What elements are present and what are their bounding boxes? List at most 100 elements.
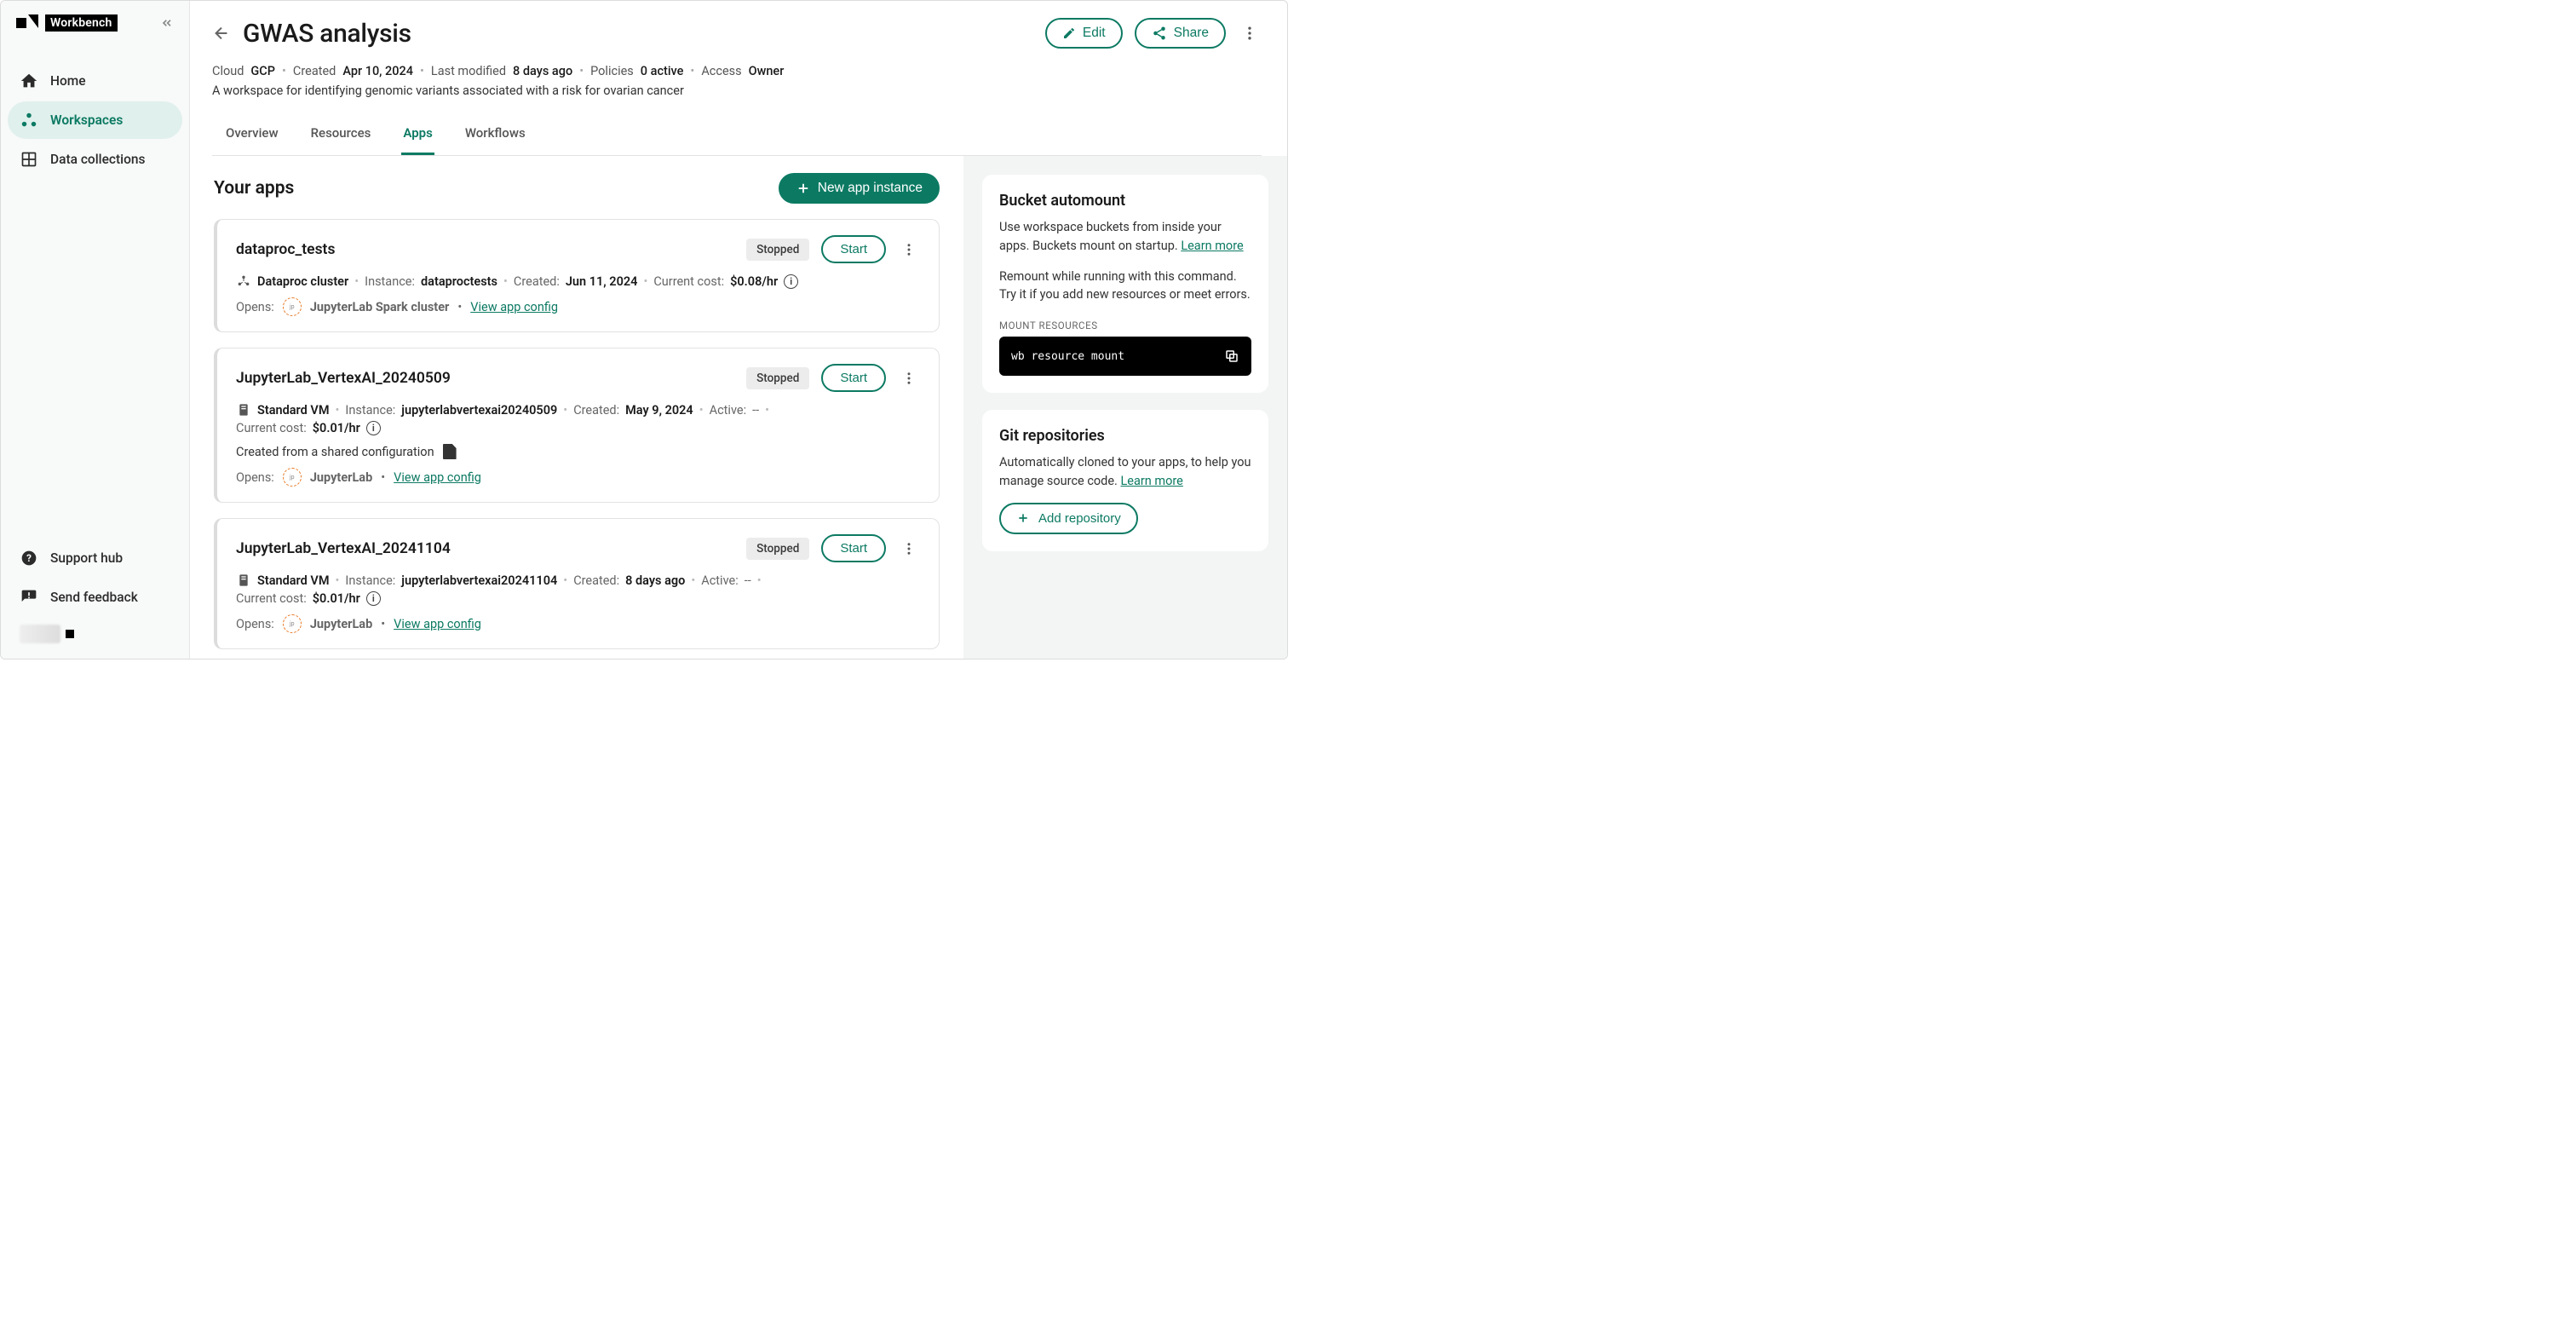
vm-icon xyxy=(236,573,251,588)
bucket-automount-panel: Bucket automount Use workspace buckets f… xyxy=(982,175,1268,393)
more-vertical-icon xyxy=(901,371,917,386)
app-more-button[interactable] xyxy=(898,367,920,389)
app-name: JupyterLab_VertexAI_20241104 xyxy=(236,540,451,557)
sidebar-item-support-hub[interactable]: ? Support hub xyxy=(8,539,182,577)
workspace-description: A workspace for identifying genomic vari… xyxy=(212,84,1262,98)
new-app-instance-button[interactable]: New app instance xyxy=(779,173,940,204)
git-repositories-panel: Git repositories Automatically cloned to… xyxy=(982,410,1268,551)
info-icon[interactable]: i xyxy=(784,274,798,289)
brand-logo[interactable]: Workbench xyxy=(16,14,118,32)
sidebar-item-label: Home xyxy=(50,73,86,89)
tab-resources[interactable]: Resources xyxy=(309,117,373,155)
app-name: JupyterLab_VertexAI_20240509 xyxy=(236,370,451,387)
learn-more-link[interactable]: Learn more xyxy=(1121,474,1183,488)
code-label: MOUNT RESOURCES xyxy=(999,320,1251,331)
workspaces-icon xyxy=(20,111,38,130)
copy-icon xyxy=(1224,348,1239,364)
sidebar-item-workspaces[interactable]: Workspaces xyxy=(8,101,182,139)
add-repository-button[interactable]: Add repository xyxy=(999,503,1138,534)
page-title: GWAS analysis xyxy=(243,19,411,49)
status-badge: Stopped xyxy=(746,239,809,261)
app-opens: JupyterLab xyxy=(310,617,372,631)
apps-section-title: Your apps xyxy=(214,178,294,199)
back-button[interactable] xyxy=(212,24,231,43)
header-more-button[interactable] xyxy=(1238,21,1262,45)
tab-overview[interactable]: Overview xyxy=(224,117,280,155)
workspace-meta: Cloud GCP • Created Apr 10, 2024 • Last … xyxy=(212,64,1262,78)
app-type: Standard VM xyxy=(257,573,330,588)
mount-command: wb resource mount xyxy=(1011,350,1124,363)
jupyter-icon: jp xyxy=(283,614,302,633)
sidebar-item-home[interactable]: Home xyxy=(8,62,182,100)
app-opens: JupyterLab xyxy=(310,470,372,485)
app-more-button[interactable] xyxy=(898,239,920,261)
info-icon[interactable]: i xyxy=(366,591,381,606)
avatar-status-icon xyxy=(66,630,74,638)
user-avatar[interactable] xyxy=(8,618,182,650)
app-card: dataproc_tests Stopped Start xyxy=(214,219,940,332)
vm-icon xyxy=(236,402,251,418)
start-button[interactable]: Start xyxy=(821,364,886,392)
help-icon: ? xyxy=(20,549,38,567)
view-app-config-link[interactable]: View app config xyxy=(394,470,481,485)
app-type: Standard VM xyxy=(257,403,330,418)
app-type: Dataproc cluster xyxy=(257,274,348,289)
sidebar-item-label: Support hub xyxy=(50,550,123,566)
document-icon xyxy=(443,444,457,459)
app-created: Jun 11, 2024 xyxy=(566,274,638,289)
feedback-icon xyxy=(20,588,38,607)
jupyter-icon: jp xyxy=(283,297,302,316)
share-button[interactable]: Share xyxy=(1135,18,1226,49)
shared-config-note: Created from a shared configuration xyxy=(236,445,434,459)
app-card: JupyterLab_VertexAI_20241104 Stopped Sta… xyxy=(214,518,940,649)
start-button[interactable]: Start xyxy=(821,235,886,263)
panel-title: Bucket automount xyxy=(999,192,1251,210)
sidebar-item-send-feedback[interactable]: Send feedback xyxy=(8,579,182,616)
app-card: JupyterLab_VertexAI_20240509 Stopped Sta… xyxy=(214,348,940,503)
brand-name: Workbench xyxy=(45,14,118,32)
app-cost: $0.01/hr xyxy=(313,591,360,606)
more-vertical-icon xyxy=(901,541,917,556)
share-icon xyxy=(1152,26,1167,41)
app-created: May 9, 2024 xyxy=(625,403,693,418)
edit-button[interactable]: Edit xyxy=(1045,18,1123,49)
tab-workflows[interactable]: Workflows xyxy=(463,117,527,155)
copy-button[interactable] xyxy=(1224,348,1239,364)
sidebar-item-label: Send feedback xyxy=(50,590,138,605)
info-icon[interactable]: i xyxy=(366,421,381,435)
app-opens: JupyterLab Spark cluster xyxy=(310,300,450,314)
dataproc-icon xyxy=(236,274,251,289)
app-instance: jupyterlabvertexai20240509 xyxy=(401,403,557,418)
app-name: dataproc_tests xyxy=(236,241,335,258)
view-app-config-link[interactable]: View app config xyxy=(470,300,558,314)
plus-icon xyxy=(1016,511,1030,525)
status-badge: Stopped xyxy=(746,538,809,560)
start-button[interactable]: Start xyxy=(821,534,886,562)
view-app-config-link[interactable]: View app config xyxy=(394,617,481,631)
more-vertical-icon xyxy=(1241,25,1258,42)
app-active: -- xyxy=(752,403,759,418)
app-more-button[interactable] xyxy=(898,538,920,560)
edit-button-label: Edit xyxy=(1083,26,1106,41)
tab-apps[interactable]: Apps xyxy=(401,117,434,155)
app-cost: $0.08/hr xyxy=(730,274,778,289)
app-instance: dataproctests xyxy=(421,274,497,289)
panel-title: Git repositories xyxy=(999,427,1251,445)
sidebar-item-label: Workspaces xyxy=(50,112,123,128)
sidebar-item-label: Data collections xyxy=(50,152,146,167)
avatar-image xyxy=(20,625,60,643)
plus-icon xyxy=(796,181,811,196)
app-active: -- xyxy=(745,573,751,588)
home-icon xyxy=(20,72,38,90)
mount-command-block: wb resource mount xyxy=(999,337,1251,376)
collapse-sidebar-icon[interactable] xyxy=(160,16,174,30)
share-button-label: Share xyxy=(1174,26,1209,41)
jupyter-icon: jp xyxy=(283,468,302,487)
sidebar-item-data-collections[interactable]: Data collections xyxy=(8,141,182,178)
app-instance: jupyterlabvertexai20241104 xyxy=(401,573,557,588)
add-repository-label: Add repository xyxy=(1038,511,1121,526)
app-cost: $0.01/hr xyxy=(313,421,360,435)
learn-more-link[interactable]: Learn more xyxy=(1181,239,1243,253)
status-badge: Stopped xyxy=(746,367,809,389)
new-app-button-label: New app instance xyxy=(818,181,923,196)
